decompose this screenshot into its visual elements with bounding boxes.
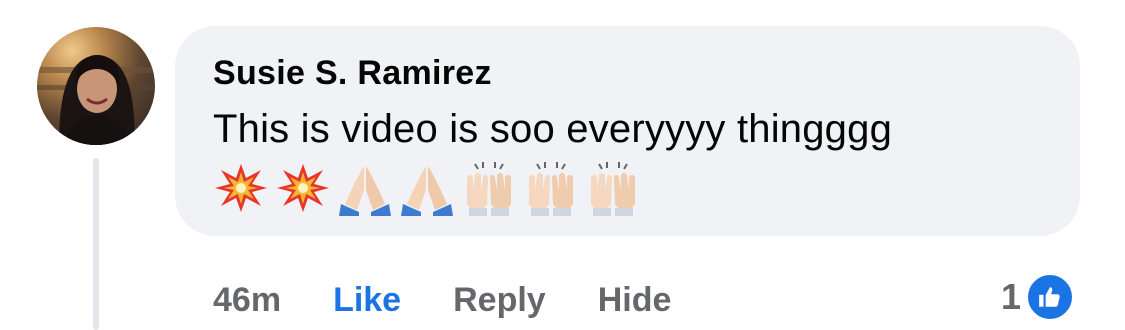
comment-text: This is video is soo everyyyy thingggg [213,107,893,151]
raising-hands-icon [529,162,573,216]
avatar[interactable] [37,27,155,145]
avatar-image [37,55,155,145]
collision-icon [215,164,267,212]
raising-hands-icon [591,162,635,216]
comment-timestamp[interactable]: 46m [213,281,281,320]
folded-hands-icon [339,166,391,216]
comment-author[interactable]: Susie S. Ramirez [213,54,492,93]
emoji-row [213,158,641,216]
like-button[interactable]: Like [333,281,401,320]
like-icon [1025,272,1075,322]
raising-hands-icon [467,162,511,216]
collision-icon [277,164,329,212]
comment-actions: 46m Like Reply Hide [213,276,671,324]
reaction-summary[interactable]: 1 [1001,271,1075,323]
thread-line [93,158,99,330]
hide-button[interactable]: Hide [598,281,672,320]
folded-hands-icon [401,166,453,216]
reply-button[interactable]: Reply [453,281,546,320]
reaction-count: 1 [1000,276,1021,317]
